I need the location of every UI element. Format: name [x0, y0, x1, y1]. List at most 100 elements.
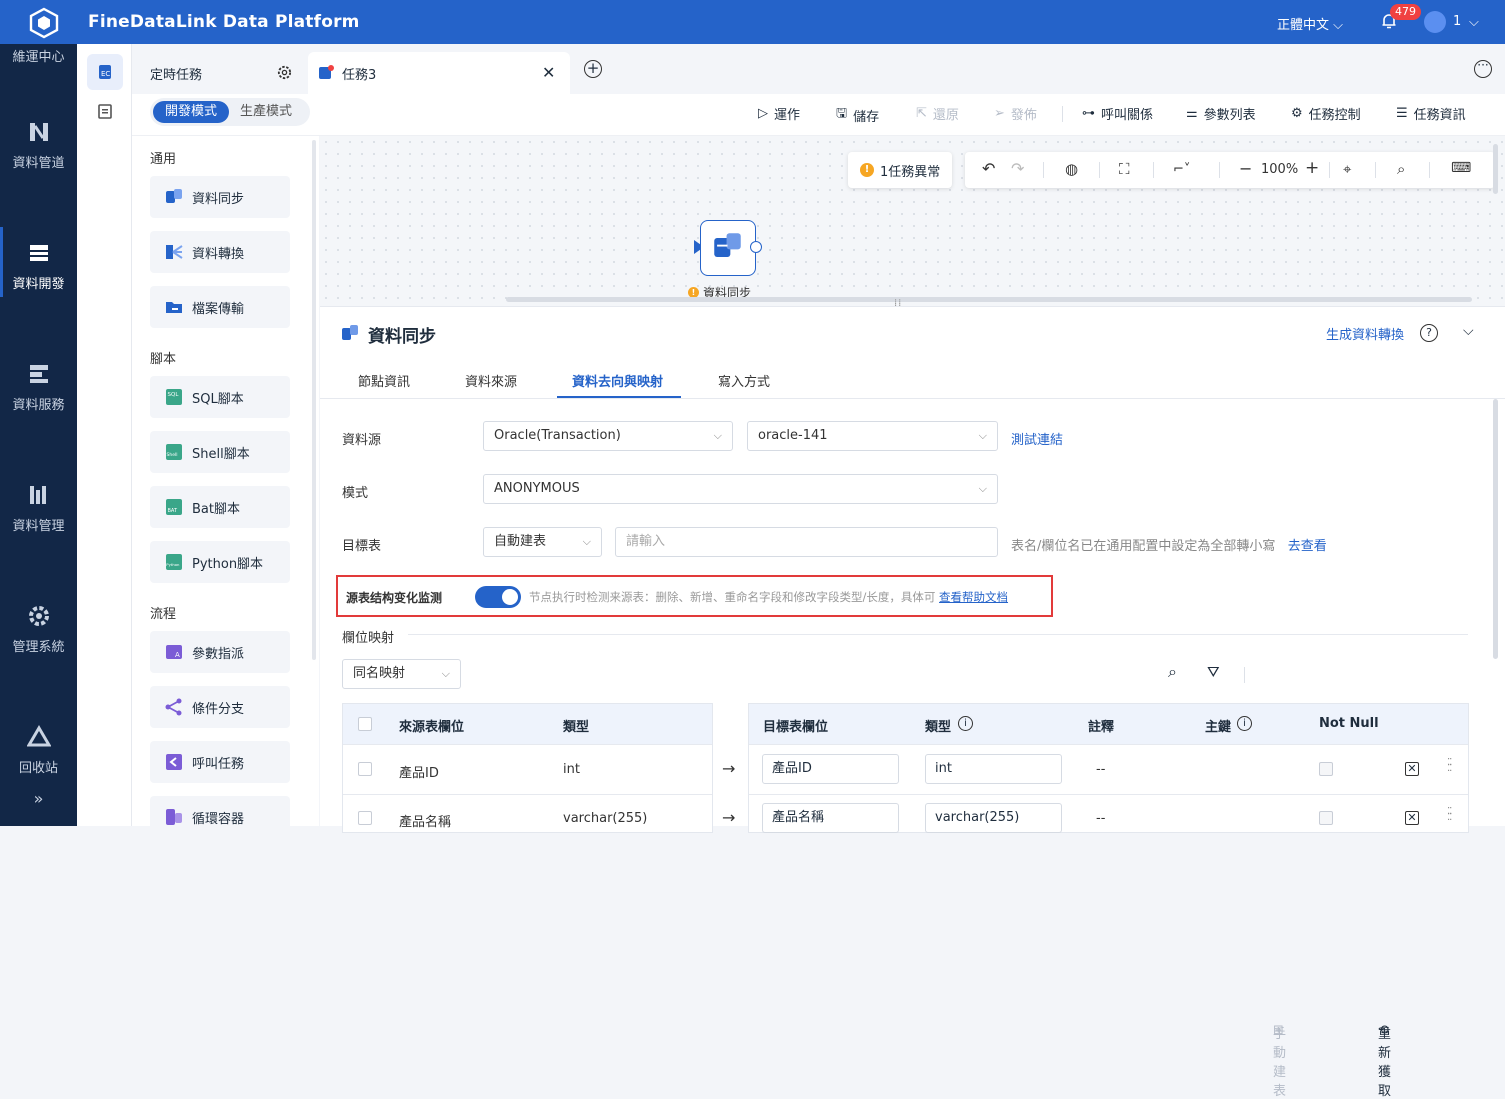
palette-item-data-transform[interactable]: 資料轉換 — [150, 231, 290, 273]
call-relation-button[interactable]: ⊶ 呼叫關係 — [1082, 104, 1153, 123]
tab-schedule[interactable]: 定時任務 — [132, 52, 304, 94]
locate-icon[interactable]: ⌖ — [1343, 160, 1351, 178]
pipeline-icon — [29, 123, 48, 141]
datasource-type-select[interactable]: Oracle(Transaction) ⌵ — [483, 421, 733, 451]
drag-handle-icon[interactable]: ⁚⁚ ⁚⁚ — [1447, 807, 1452, 823]
palette-item-sql-script[interactable]: SQL SQL腳本 — [150, 376, 290, 418]
param-list-button[interactable]: ⚌ 參數列表 — [1186, 104, 1256, 123]
user-name[interactable]: 1 — [1453, 14, 1461, 29]
help-doc-link[interactable]: 查看帮助文档 — [939, 590, 1008, 604]
close-icon[interactable]: ✕ — [542, 63, 555, 82]
language-selector[interactable]: 正體中文 ⌵ — [1277, 14, 1343, 33]
zoom-out-icon[interactable]: − — [1239, 159, 1252, 178]
flow-canvas[interactable]: ! 1任務異常 ↶ ↷ ◍ ⛶ ⌐˅ − 100% + ⌖ ⌕ ⌨ ! 資料同步 … — [320, 136, 1505, 309]
avatar[interactable] — [1424, 11, 1446, 33]
target-field-input[interactable]: 產品名稱 — [762, 803, 899, 833]
collapse-nav-button[interactable]: » — [0, 789, 77, 808]
row-checkbox[interactable] — [358, 811, 372, 825]
data-sync-node[interactable] — [700, 220, 756, 276]
select-value: oracle-141 — [758, 428, 828, 443]
monitor-toggle[interactable] — [475, 586, 521, 608]
palette-item-param-assign[interactable]: A 參數指派 — [150, 631, 290, 673]
task-tree-button[interactable]: EC — [87, 54, 123, 90]
canvas-horizontal-scrollbar[interactable] — [506, 297, 1472, 302]
keyboard-icon[interactable]: ⌨ — [1451, 160, 1471, 176]
palette-icon[interactable]: ◍ — [1065, 160, 1078, 178]
target-type-input[interactable]: varchar(255) — [925, 803, 1062, 833]
run-button[interactable]: ▷ 運作 — [758, 104, 800, 123]
nav-item-recycle[interactable]: 回收站 — [0, 725, 77, 776]
target-table-input[interactable]: 請輸入 — [615, 527, 998, 557]
target-mode-select[interactable]: 自動建表 ⌵ — [483, 527, 602, 557]
nav-item-dev[interactable]: 資料開發 — [0, 227, 77, 297]
schema-select[interactable]: ANONYMOUS ⌵ — [483, 474, 998, 504]
select-icon[interactable]: ⛶ — [1119, 160, 1130, 178]
delete-row-icon[interactable]: ✕ — [1405, 811, 1419, 825]
redo-icon[interactable]: ↷ — [1011, 159, 1024, 178]
mode-switch[interactable]: 開發模式 生產模式 — [150, 98, 310, 126]
task-control-button[interactable]: ⚙ 任務控制 — [1291, 104, 1361, 123]
palette-item-loop-container[interactable]: 循環容器 — [150, 796, 290, 838]
nav-item-manage[interactable]: 資料管理 — [0, 483, 77, 534]
search-icon[interactable]: ⌕ — [1397, 160, 1405, 178]
palette-item-condition-branch[interactable]: 條件分支 — [150, 686, 290, 728]
mode-prod-button[interactable]: 生產模式 — [240, 101, 292, 123]
add-tab-button[interactable]: + — [584, 60, 602, 78]
tab-data-source[interactable]: 資料來源 — [465, 371, 517, 390]
palette-item-shell-script[interactable]: Shell Shell腳本 — [150, 431, 290, 473]
palette-item-bat-script[interactable]: BAT Bat腳本 — [150, 486, 290, 528]
nav-label: 回收站 — [18, 761, 58, 776]
help-icon[interactable]: ? — [1420, 324, 1438, 342]
palette-item-label: 呼叫任務 — [192, 756, 245, 772]
not-null-checkbox[interactable] — [1319, 762, 1333, 776]
chevron-down-icon[interactable]: ⌵ — [1469, 15, 1479, 30]
tab-write-mode[interactable]: 寫入方式 — [718, 371, 770, 390]
target-field-input[interactable]: 產品ID — [762, 754, 899, 784]
delete-row-icon[interactable]: ✕ — [1405, 762, 1419, 776]
target-type-input[interactable]: int — [925, 754, 1062, 784]
search-icon[interactable]: ⌕ — [1168, 662, 1177, 682]
test-connection-link[interactable]: 測試連結 — [1011, 429, 1063, 448]
save-button[interactable]: 🖫 儲存 — [836, 104, 879, 126]
mapping-mode-select[interactable]: 同名映射 ⌵ — [342, 659, 461, 689]
palette-scrollbar[interactable] — [312, 140, 316, 660]
not-null-checkbox[interactable] — [1319, 811, 1333, 825]
more-icon[interactable]: ··· — [1474, 59, 1492, 78]
row-checkbox[interactable] — [358, 762, 372, 776]
refetch-label: 重新獲取 — [1378, 1027, 1392, 1099]
nav-item-ops[interactable]: 維運中心 — [0, 46, 77, 65]
task-warning[interactable]: ! 1任務異常 — [848, 152, 952, 188]
info-icon[interactable]: i — [958, 716, 973, 731]
gear-icon[interactable] — [276, 64, 293, 81]
generate-transform-link[interactable]: 生成資料轉換 — [1326, 324, 1404, 343]
panel-scrollbar[interactable] — [1493, 399, 1498, 659]
drag-handle-icon[interactable]: ⁚⁚ ⁚⁚ — [1447, 758, 1452, 774]
toolbar-divider — [1153, 162, 1154, 178]
clipboard-button[interactable] — [87, 94, 123, 130]
tab-task3[interactable]: 任務3 ✕ — [308, 52, 570, 94]
nav-item-system[interactable]: 管理系統 — [0, 604, 77, 655]
info-icon[interactable]: i — [1237, 716, 1252, 731]
tab-data-target[interactable]: 資料去向與映射 — [572, 371, 663, 390]
palette-item-data-sync[interactable]: 資料同步 — [150, 176, 290, 218]
palette-item-call-task[interactable]: 呼叫任務 — [150, 741, 290, 783]
palette-item-python-script[interactable]: Python Python腳本 — [150, 541, 290, 583]
datasource-connection-select[interactable]: oracle-141 ⌵ — [747, 421, 998, 451]
filter-icon[interactable]: ⛛ — [1207, 663, 1220, 681]
zoom-in-icon[interactable]: + — [1305, 158, 1319, 178]
palette-item-file-transfer[interactable]: 檔案傳輸 — [150, 286, 290, 328]
task-info-button[interactable]: ☰ 任務資訊 — [1396, 104, 1466, 123]
undo-icon[interactable]: ↶ — [982, 159, 995, 178]
node-output-port[interactable] — [750, 241, 762, 253]
restore-button[interactable]: ⇱ 還原 — [916, 104, 959, 123]
tab-node-info[interactable]: 節點資訊 — [358, 371, 410, 390]
canvas-vertical-scrollbar[interactable] — [1493, 144, 1498, 194]
chevron-down-icon[interactable]: ⌵ — [1463, 323, 1474, 339]
nav-item-pipeline[interactable]: 資料管道 — [0, 120, 77, 171]
target-note-link[interactable]: 去查看 — [1288, 539, 1327, 554]
publish-button[interactable]: ➢ 發佈 — [994, 104, 1037, 123]
mode-dev-button[interactable]: 開發模式 — [153, 101, 229, 123]
select-all-checkbox[interactable] — [358, 717, 372, 731]
nav-item-service[interactable]: 資料服務 — [0, 362, 77, 413]
connector-icon[interactable]: ⌐˅ — [1173, 162, 1190, 177]
